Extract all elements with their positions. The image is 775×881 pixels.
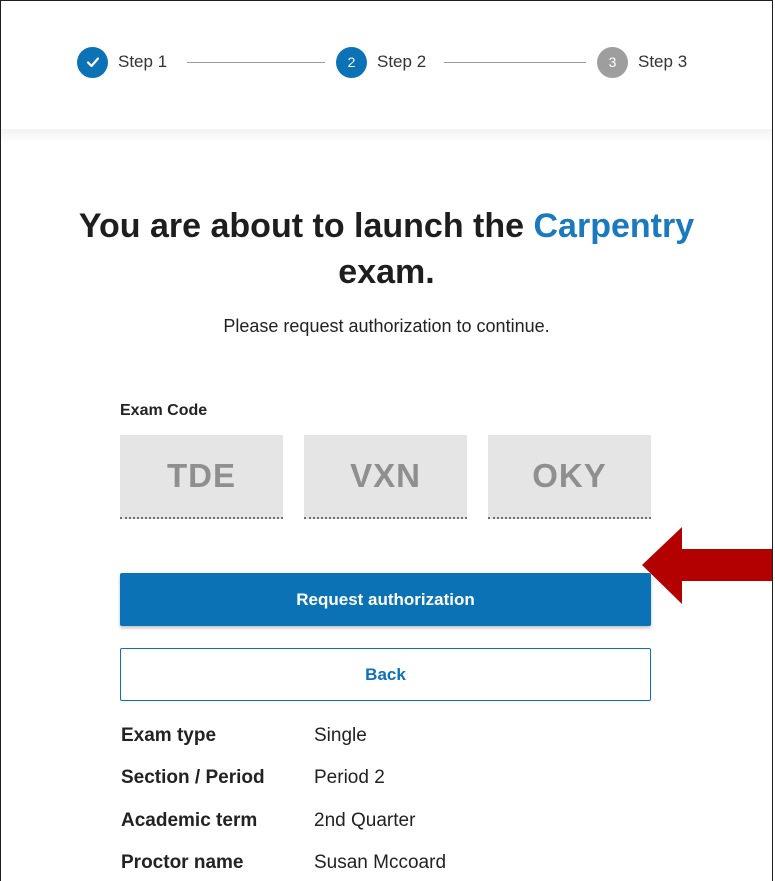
exam-code-label: Exam Code bbox=[120, 402, 208, 419]
detail-value: Period 2 bbox=[314, 767, 385, 788]
request-authorization-button[interactable]: Request authorization bbox=[120, 573, 651, 626]
exam-code-part-2: VXN bbox=[304, 435, 467, 519]
detail-row-proctor-name: Proctor name Susan Mccoard bbox=[121, 852, 641, 880]
step-2-marker: 2 bbox=[336, 46, 367, 78]
exam-name: Carpentry bbox=[533, 207, 695, 245]
step-1-label: Step 1 bbox=[118, 52, 168, 71]
detail-value: Susan Mccoard bbox=[314, 852, 447, 873]
title-prefix: You are about to launch the bbox=[78, 207, 525, 245]
exam-launch-panel: Step 1 2 Step 2 3 Step 3 You are about t… bbox=[0, 0, 773, 881]
detail-value: Single bbox=[314, 725, 367, 746]
page-title: You are about to launch the Carpentry ex… bbox=[1, 203, 772, 295]
step-3-label: Step 3 bbox=[638, 52, 688, 71]
stepper-divider bbox=[1, 129, 772, 143]
check-icon bbox=[77, 46, 108, 78]
detail-key: Academic term bbox=[121, 810, 258, 831]
instruction-text: Please request authorization to continue… bbox=[223, 316, 550, 336]
detail-row-exam-type: Exam type Single bbox=[121, 725, 641, 753]
annotation-arrow-icon bbox=[642, 527, 772, 604]
exam-code-part-3: OKY bbox=[488, 435, 651, 519]
progress-stepper: Step 1 2 Step 2 3 Step 3 bbox=[1, 1, 772, 131]
detail-row-academic-term: Academic term 2nd Quarter bbox=[121, 810, 641, 838]
step-3-marker: 3 bbox=[597, 46, 628, 78]
step-2-label: Step 2 bbox=[377, 52, 427, 71]
detail-key: Section / Period bbox=[121, 767, 265, 788]
exam-code-part-1: TDE bbox=[120, 435, 283, 519]
detail-key: Exam type bbox=[121, 725, 217, 746]
detail-key: Proctor name bbox=[121, 852, 244, 873]
step-connector bbox=[444, 62, 586, 63]
back-button[interactable]: Back bbox=[120, 648, 651, 701]
step-3: 3 Step 3 bbox=[597, 46, 687, 78]
step-2: 2 Step 2 bbox=[336, 46, 426, 78]
detail-row-section-period: Section / Period Period 2 bbox=[121, 767, 641, 795]
step-1: Step 1 bbox=[77, 46, 167, 78]
detail-value: 2nd Quarter bbox=[314, 810, 416, 831]
title-suffix: exam. bbox=[338, 253, 435, 291]
step-connector bbox=[187, 62, 325, 63]
